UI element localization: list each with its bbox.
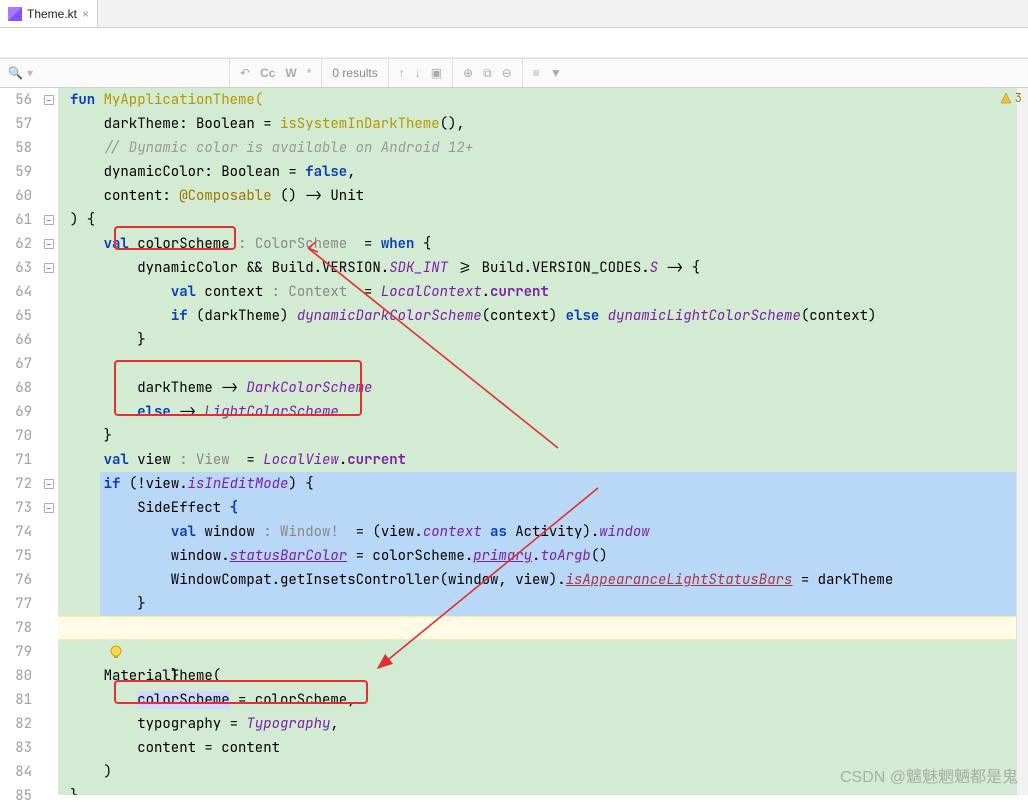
tab-bar: Theme.kt × <box>0 0 1028 28</box>
prev-match-icon[interactable]: ↑ <box>399 66 405 80</box>
editor-header-spacer <box>0 28 1028 58</box>
open-in-find-window-icon[interactable]: ▣ <box>431 66 442 80</box>
fold-gutter <box>40 88 58 795</box>
results-count: 0 results <box>322 59 388 87</box>
remove-selection-icon[interactable]: ⊖ <box>502 66 512 80</box>
filter-controls: ≡ ▼ <box>523 59 572 87</box>
nav-controls: ↑ ↓ ▣ <box>389 59 453 87</box>
fold-icon[interactable] <box>44 503 54 513</box>
fold-icon[interactable] <box>44 95 54 105</box>
fold-icon[interactable] <box>44 263 54 273</box>
next-match-icon[interactable]: ↓ <box>415 66 421 80</box>
undo-icon[interactable]: ↶ <box>240 66 250 80</box>
kotlin-file-icon <box>8 7 22 21</box>
select-all-icon[interactable]: ⧉ <box>483 66 492 81</box>
regex-button[interactable]: * <box>307 66 312 80</box>
line-number-gutter: 56 57 58 59 60 61 62 63 64 65 66 67 68 6… <box>0 88 40 795</box>
match-case-button[interactable]: Cc <box>260 66 275 80</box>
fold-icon[interactable] <box>44 215 54 225</box>
scrollbar[interactable] <box>1016 88 1028 795</box>
select-controls: ⊕ ⧉ ⊖ <box>453 59 523 87</box>
filter-icon[interactable]: ▼ <box>550 66 562 80</box>
match-word-button[interactable]: W <box>285 66 296 80</box>
fold-icon[interactable] <box>44 479 54 489</box>
inspection-warning[interactable]: 3 <box>1000 90 1022 106</box>
find-toolbar: 🔍 ▾ ↶ Cc W * 0 results ↑ ↓ ▣ ⊕ ⧉ ⊖ ≡ ▼ <box>0 58 1028 88</box>
editor: 56 57 58 59 60 61 62 63 64 65 66 67 68 6… <box>0 88 1028 795</box>
find-history-controls: ↶ Cc W * <box>230 59 322 87</box>
dropdown-caret-icon[interactable]: ▾ <box>27 66 33 80</box>
file-tab[interactable]: Theme.kt × <box>0 0 98 27</box>
tab-label: Theme.kt <box>27 7 77 21</box>
settings-icon[interactable]: ≡ <box>533 66 540 80</box>
search-input[interactable]: 🔍 ▾ <box>0 59 230 87</box>
fold-icon[interactable] <box>44 239 54 249</box>
code-area[interactable]: 3 fun MyApplicationTheme( darkTheme: Boo… <box>58 88 1028 795</box>
search-icon: 🔍 <box>8 66 23 80</box>
add-selection-icon[interactable]: ⊕ <box>463 66 473 80</box>
close-icon[interactable]: × <box>82 7 89 21</box>
